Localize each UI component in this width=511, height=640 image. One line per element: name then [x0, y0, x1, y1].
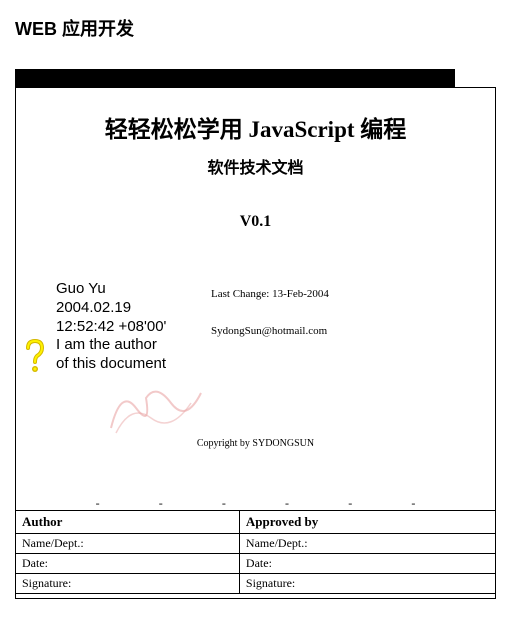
document-title: 轻轻松松学用 JavaScript 编程 — [16, 110, 495, 144]
approved-name-cell: Name/Dept.: — [239, 534, 495, 554]
author-header: Author — [16, 511, 240, 534]
dash: - — [411, 496, 415, 511]
last-change-label: Last Change: 13-Feb-2004 — [211, 288, 329, 300]
dash-row: - - - - - - — [16, 496, 495, 511]
question-mark-icon — [20, 338, 50, 374]
sig-date: 2004.02.19 — [56, 299, 166, 318]
sig-text-1: I am the author — [56, 336, 166, 355]
signature-table: Author Approved by Name/Dept.: Name/Dept… — [15, 510, 496, 594]
author-sig-cell: Signature: — [16, 574, 240, 594]
dash: - — [96, 496, 100, 511]
sig-name: Guo Yu — [56, 280, 166, 299]
sig-text-2: of this document — [56, 355, 166, 374]
document-version: V0.1 — [16, 213, 495, 231]
sig-time: 12:52:42 +08'00' — [56, 318, 166, 337]
approved-date-cell: Date: — [239, 554, 495, 574]
document-subtitle: 软件技术文档 — [16, 154, 495, 178]
dash: - — [348, 496, 352, 511]
approved-header: Approved by — [239, 511, 495, 534]
page-header: WEB 应用开发 — [0, 0, 511, 41]
dash: - — [159, 496, 163, 511]
copyright-text: Copyright by SYDONGSUN — [16, 438, 495, 449]
approved-sig-cell: Signature: — [239, 574, 495, 594]
digital-signature-block: Guo Yu 2004.02.19 12:52:42 +08'00' I am … — [56, 280, 166, 374]
document-frame: 轻轻松松学用 JavaScript 编程 软件技术文档 V0.1 Last Ch… — [15, 87, 496, 599]
dash: - — [285, 496, 289, 511]
dash: - — [222, 496, 226, 511]
black-divider-bar — [15, 69, 455, 87]
author-date-cell: Date: — [16, 554, 240, 574]
author-email: SydongSun@hotmail.com — [211, 325, 327, 337]
author-name-cell: Name/Dept.: — [16, 534, 240, 554]
